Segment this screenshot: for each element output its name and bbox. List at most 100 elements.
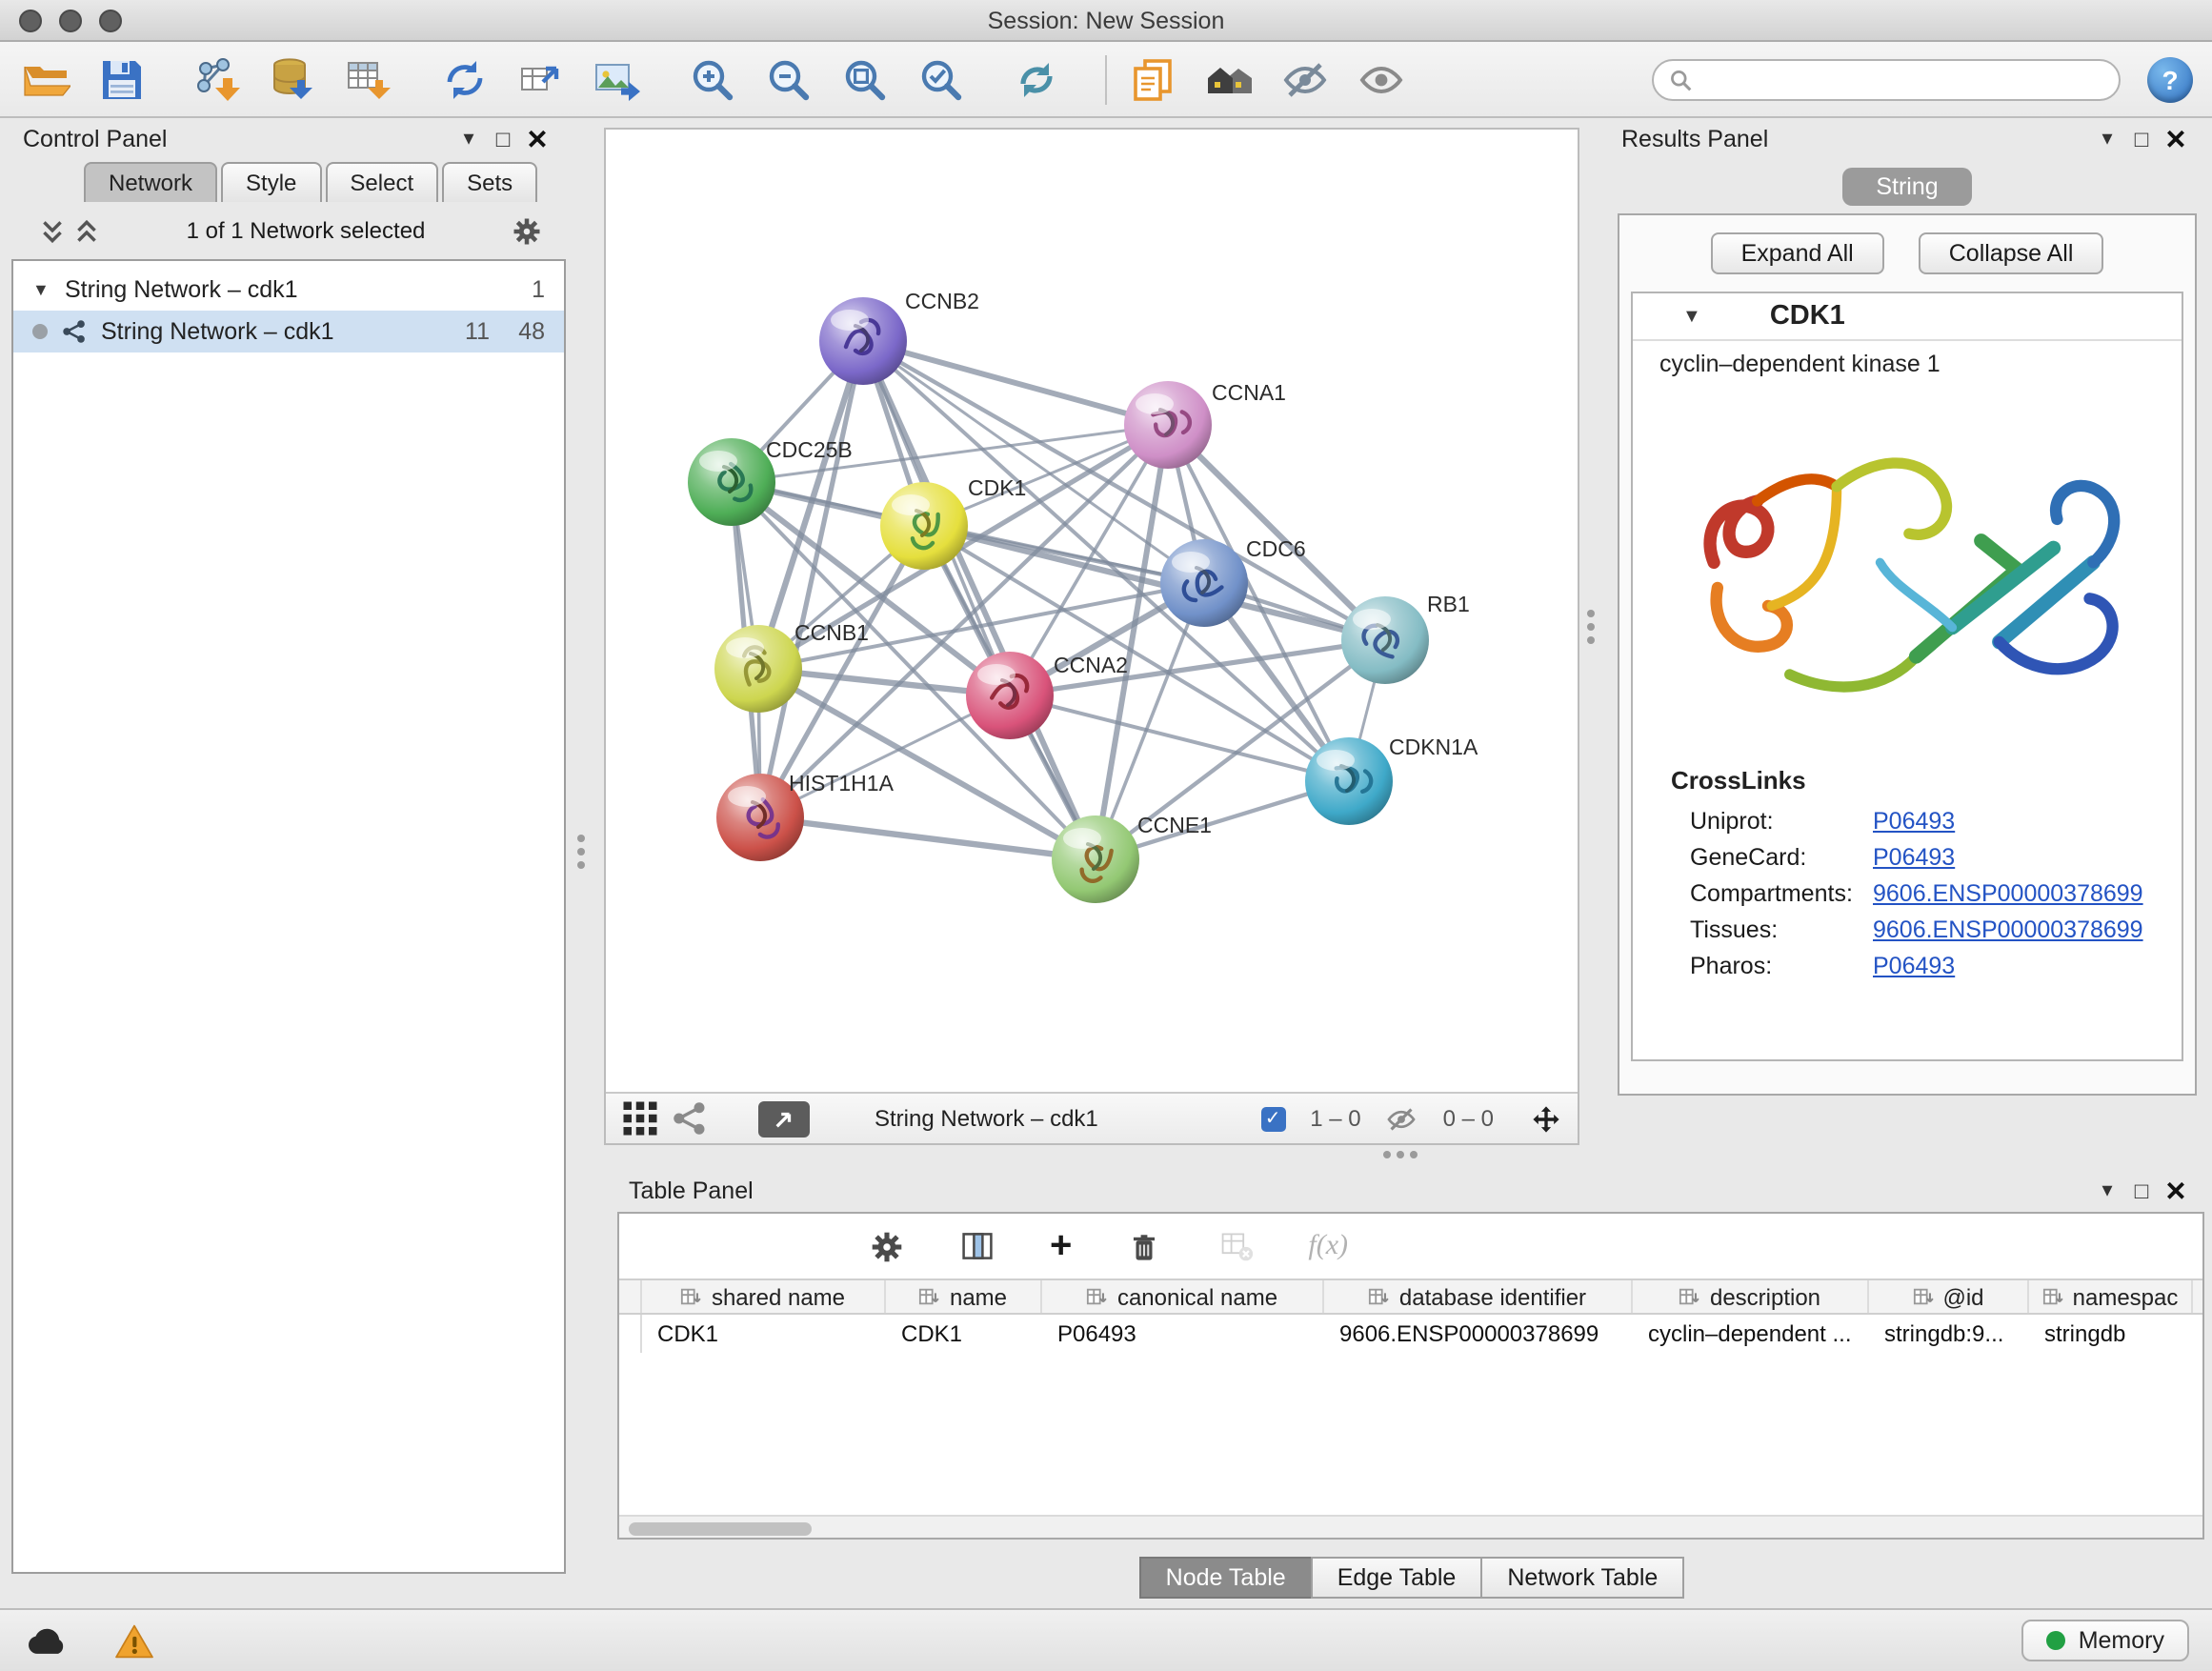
- add-column-button[interactable]: +: [1050, 1227, 1072, 1265]
- warnings-button[interactable]: [111, 1620, 156, 1661]
- view-network-button[interactable]: [671, 1099, 709, 1137]
- table-options-button[interactable]: [867, 1227, 905, 1265]
- table-horizontal-scrollbar[interactable]: [619, 1515, 2202, 1538]
- column-header-@id[interactable]: @id: [1869, 1280, 2029, 1313]
- delete-column-button[interactable]: [1125, 1227, 1163, 1265]
- right-splitter-handle[interactable]: [1587, 610, 1595, 644]
- hide-glass-pane-button[interactable]: [1278, 52, 1332, 106]
- network-canvas[interactable]: CCNB2CCNA1CDC25BCDK1CDC6RB1CCNB1CCNA2CDK…: [606, 130, 1578, 1092]
- network-node-CCNE1[interactable]: [1052, 815, 1139, 903]
- column-header-description[interactable]: description: [1633, 1280, 1869, 1313]
- tab-sets[interactable]: Sets: [442, 162, 537, 202]
- crosslink-value-link[interactable]: P06493: [1873, 807, 1955, 834]
- scrollbar-thumb[interactable]: [629, 1521, 812, 1535]
- tab-string[interactable]: String: [1841, 168, 1972, 206]
- table-cell-0[interactable]: CDK1: [642, 1315, 886, 1353]
- crosslink-value-link[interactable]: 9606.ENSP00000378699: [1873, 916, 2143, 942]
- minimize-window-button[interactable]: [59, 10, 82, 32]
- column-header-database-identifier[interactable]: database identifier: [1324, 1280, 1633, 1313]
- left-splitter-handle[interactable]: [577, 835, 585, 869]
- selected-checkbox-icon[interactable]: ✓: [1260, 1106, 1285, 1131]
- open-session-button[interactable]: [19, 52, 72, 106]
- new-network-from-selection-button[interactable]: [438, 52, 492, 106]
- apply-layout-button[interactable]: [1010, 52, 1063, 106]
- crosslink-value-link[interactable]: P06493: [1873, 843, 1955, 870]
- expand-all-button[interactable]: [69, 213, 103, 248]
- tab-network-table[interactable]: Network Table: [1480, 1557, 1684, 1599]
- help-button[interactable]: ?: [2147, 56, 2193, 102]
- function-builder-button[interactable]: f(x): [1308, 1230, 1348, 1262]
- bottom-splitter-handle[interactable]: [1383, 1151, 1418, 1158]
- tab-network[interactable]: Network: [84, 162, 217, 202]
- table-data-row[interactable]: CDK1CDK1P064939606.ENSP00000378699cyclin…: [619, 1315, 2202, 1353]
- network-node-CDK1[interactable]: [880, 482, 968, 570]
- import-network-database-button[interactable]: [267, 52, 320, 106]
- import-network-file-button[interactable]: [191, 52, 244, 106]
- show-columns-button[interactable]: [958, 1227, 996, 1265]
- tab-style[interactable]: Style: [221, 162, 321, 202]
- panel-float-icon[interactable]: □: [486, 118, 520, 160]
- panel-float-icon[interactable]: □: [2124, 1170, 2159, 1212]
- panel-close-icon[interactable]: ✕: [2159, 1170, 2193, 1212]
- copy-documents-button[interactable]: [1126, 52, 1179, 106]
- network-node-CDC25B[interactable]: [688, 438, 775, 526]
- column-header-name[interactable]: name: [886, 1280, 1042, 1313]
- search-input[interactable]: [1703, 66, 2103, 92]
- crosslink-value-link[interactable]: P06493: [1873, 952, 1955, 978]
- network-node-RB1[interactable]: [1341, 596, 1429, 684]
- network-node-CCNA1[interactable]: [1124, 381, 1212, 469]
- table-cell-1[interactable]: CDK1: [886, 1315, 1042, 1353]
- detach-view-button[interactable]: [758, 1100, 810, 1137]
- zoom-fit-button[interactable]: [838, 52, 892, 106]
- delete-table-button[interactable]: [1217, 1227, 1255, 1265]
- grid-view-button[interactable]: [621, 1099, 659, 1137]
- network-node-CCNB1[interactable]: [714, 625, 802, 713]
- table-cell-5[interactable]: stringdb:9...: [1869, 1315, 2029, 1353]
- memory-button[interactable]: Memory: [2021, 1620, 2189, 1661]
- crosslink-value-link[interactable]: 9606.ENSP00000378699: [1873, 879, 2143, 906]
- network-edge[interactable]: [760, 817, 1096, 859]
- panel-close-icon[interactable]: ✕: [520, 118, 554, 160]
- cloud-status-button[interactable]: [23, 1620, 72, 1661]
- column-header-canonical-name[interactable]: canonical name: [1042, 1280, 1324, 1313]
- gene-expander-icon[interactable]: ▼: [1682, 306, 1701, 327]
- network-edge[interactable]: [863, 341, 1096, 859]
- panel-menu-icon[interactable]: ▾: [2090, 118, 2124, 160]
- close-window-button[interactable]: [19, 10, 42, 32]
- zoom-in-button[interactable]: [686, 52, 739, 106]
- zoom-window-button[interactable]: [99, 10, 122, 32]
- collapse-all-button[interactable]: [34, 213, 69, 248]
- panel-menu-icon[interactable]: ▾: [2090, 1170, 2124, 1212]
- clone-network-button[interactable]: [514, 52, 568, 106]
- network-collection-row[interactable]: ▼ String Network – cdk1 1: [13, 269, 564, 311]
- network-node-CCNA2[interactable]: [966, 652, 1054, 739]
- table-cell-2[interactable]: P06493: [1042, 1315, 1324, 1353]
- table-cell-6[interactable]: stringdb: [2029, 1315, 2193, 1353]
- move-crosshair-icon[interactable]: [1530, 1102, 1562, 1135]
- column-header-shared-name[interactable]: shared name: [642, 1280, 886, 1313]
- network-node-CCNB2[interactable]: [819, 297, 907, 385]
- tree-expander-icon[interactable]: ▼: [32, 280, 51, 299]
- network-node-CDKN1A[interactable]: [1305, 737, 1393, 825]
- zoom-out-button[interactable]: [762, 52, 815, 106]
- zoom-selected-button[interactable]: [915, 52, 968, 106]
- panel-menu-icon[interactable]: ▾: [452, 118, 486, 160]
- network-edge[interactable]: [760, 341, 863, 817]
- tab-edge-table[interactable]: Edge Table: [1311, 1557, 1483, 1599]
- column-header-namespac[interactable]: namespac: [2029, 1280, 2193, 1313]
- table-cell-4[interactable]: cyclin–dependent ...: [1633, 1315, 1869, 1353]
- tab-node-table[interactable]: Node Table: [1139, 1557, 1313, 1599]
- save-session-button[interactable]: [95, 52, 149, 106]
- genemania-homes-button[interactable]: [1202, 52, 1256, 106]
- import-table-button[interactable]: [343, 52, 396, 106]
- collapse-all-button[interactable]: Collapse All: [1919, 232, 2104, 274]
- network-row[interactable]: String Network – cdk1 11 48: [13, 311, 564, 352]
- network-node-CDC6[interactable]: [1160, 539, 1248, 627]
- table-cell-3[interactable]: 9606.ENSP00000378699: [1324, 1315, 1633, 1353]
- panel-float-icon[interactable]: □: [2124, 118, 2159, 160]
- export-image-button[interactable]: [591, 52, 644, 106]
- network-options-button[interactable]: [509, 213, 543, 248]
- gene-header[interactable]: ▼ CDK1: [1633, 293, 2182, 341]
- tab-select[interactable]: Select: [325, 162, 438, 202]
- expand-all-button[interactable]: Expand All: [1711, 232, 1884, 274]
